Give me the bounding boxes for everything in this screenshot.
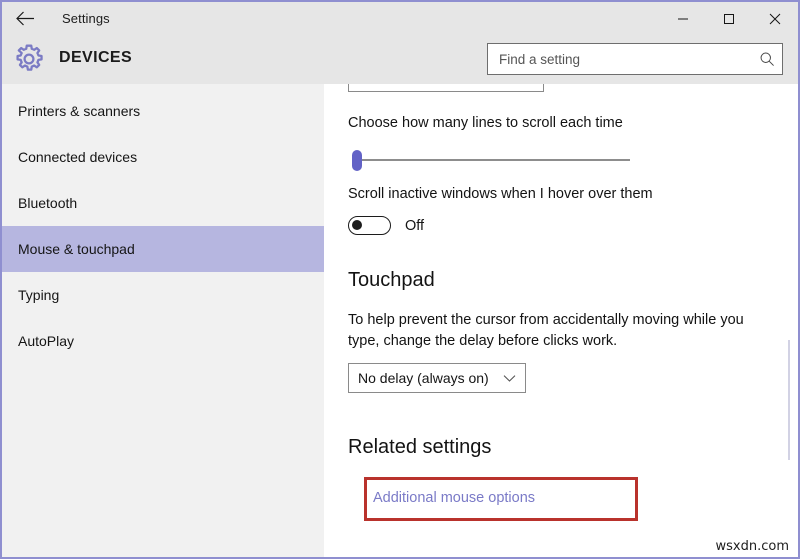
gear-icon: [12, 42, 46, 76]
sidebar-item-label: Bluetooth: [18, 195, 78, 211]
scroll-inactive-label: Scroll inactive windows when I hover ove…: [348, 185, 653, 202]
scroll-lines-slider[interactable]: [348, 145, 798, 175]
toggle-state-label: Off: [405, 217, 425, 234]
close-button[interactable]: [752, 2, 798, 35]
touchpad-delay-value: No delay (always on): [358, 370, 489, 387]
scrollbar-thumb[interactable]: [788, 340, 790, 460]
settings-window: Settings DEVICES Find a setting Printers…: [0, 0, 800, 559]
scrolled-off-dropdown[interactable]: [348, 84, 544, 92]
back-button[interactable]: [2, 2, 48, 35]
sidebar-item-bluetooth[interactable]: Bluetooth: [2, 180, 324, 226]
chevron-down-icon: [503, 374, 516, 383]
slider-thumb[interactable]: [352, 149, 362, 171]
touchpad-delay-dropdown[interactable]: No delay (always on): [348, 363, 526, 394]
settings-content-pane: Choose how many lines to scroll each tim…: [324, 84, 798, 557]
sidebar-item-autoplay[interactable]: AutoPlay: [2, 318, 324, 364]
slider-track: [352, 158, 630, 161]
maximize-button[interactable]: [706, 2, 752, 35]
touchpad-description: To help prevent the cursor from accident…: [348, 312, 744, 349]
title-bar: Settings: [2, 2, 798, 35]
sidebar-item-printers-scanners[interactable]: Printers & scanners: [2, 88, 324, 134]
window-title: Settings: [62, 11, 110, 26]
sidebar-item-label: Printers & scanners: [18, 103, 141, 119]
scroll-lines-label: Choose how many lines to scroll each tim…: [348, 115, 623, 131]
sidebar-item-label: Mouse & touchpad: [18, 241, 135, 257]
additional-mouse-options-link[interactable]: Additional mouse options: [373, 490, 535, 506]
touchpad-section-heading: Touchpad: [348, 269, 435, 292]
search-box[interactable]: [487, 43, 783, 75]
search-input[interactable]: [488, 44, 752, 74]
sidebar-nav: Printers & scanners Connected devices Bl…: [2, 84, 324, 557]
minimize-button[interactable]: [660, 2, 706, 35]
sidebar-item-label: Connected devices: [18, 149, 138, 165]
related-settings-heading: Related settings: [348, 436, 492, 459]
page-title: DEVICES: [59, 49, 133, 66]
sidebar-item-mouse-touchpad[interactable]: Mouse & touchpad: [2, 226, 324, 272]
content-scrollbar[interactable]: [788, 84, 790, 557]
watermark: wsxdn.com: [715, 539, 790, 554]
scroll-inactive-toggle-row: Off: [348, 216, 798, 236]
scroll-inactive-toggle[interactable]: [348, 216, 391, 236]
sidebar-item-label: AutoPlay: [18, 333, 75, 349]
page-header: DEVICES: [2, 35, 798, 84]
window-controls: [660, 2, 798, 35]
sidebar-item-label: Typing: [18, 287, 60, 303]
sidebar-item-typing[interactable]: Typing: [2, 272, 324, 318]
toggle-knob: [352, 220, 362, 231]
sidebar-item-connected-devices[interactable]: Connected devices: [2, 134, 324, 180]
search-icon[interactable]: [752, 51, 782, 67]
